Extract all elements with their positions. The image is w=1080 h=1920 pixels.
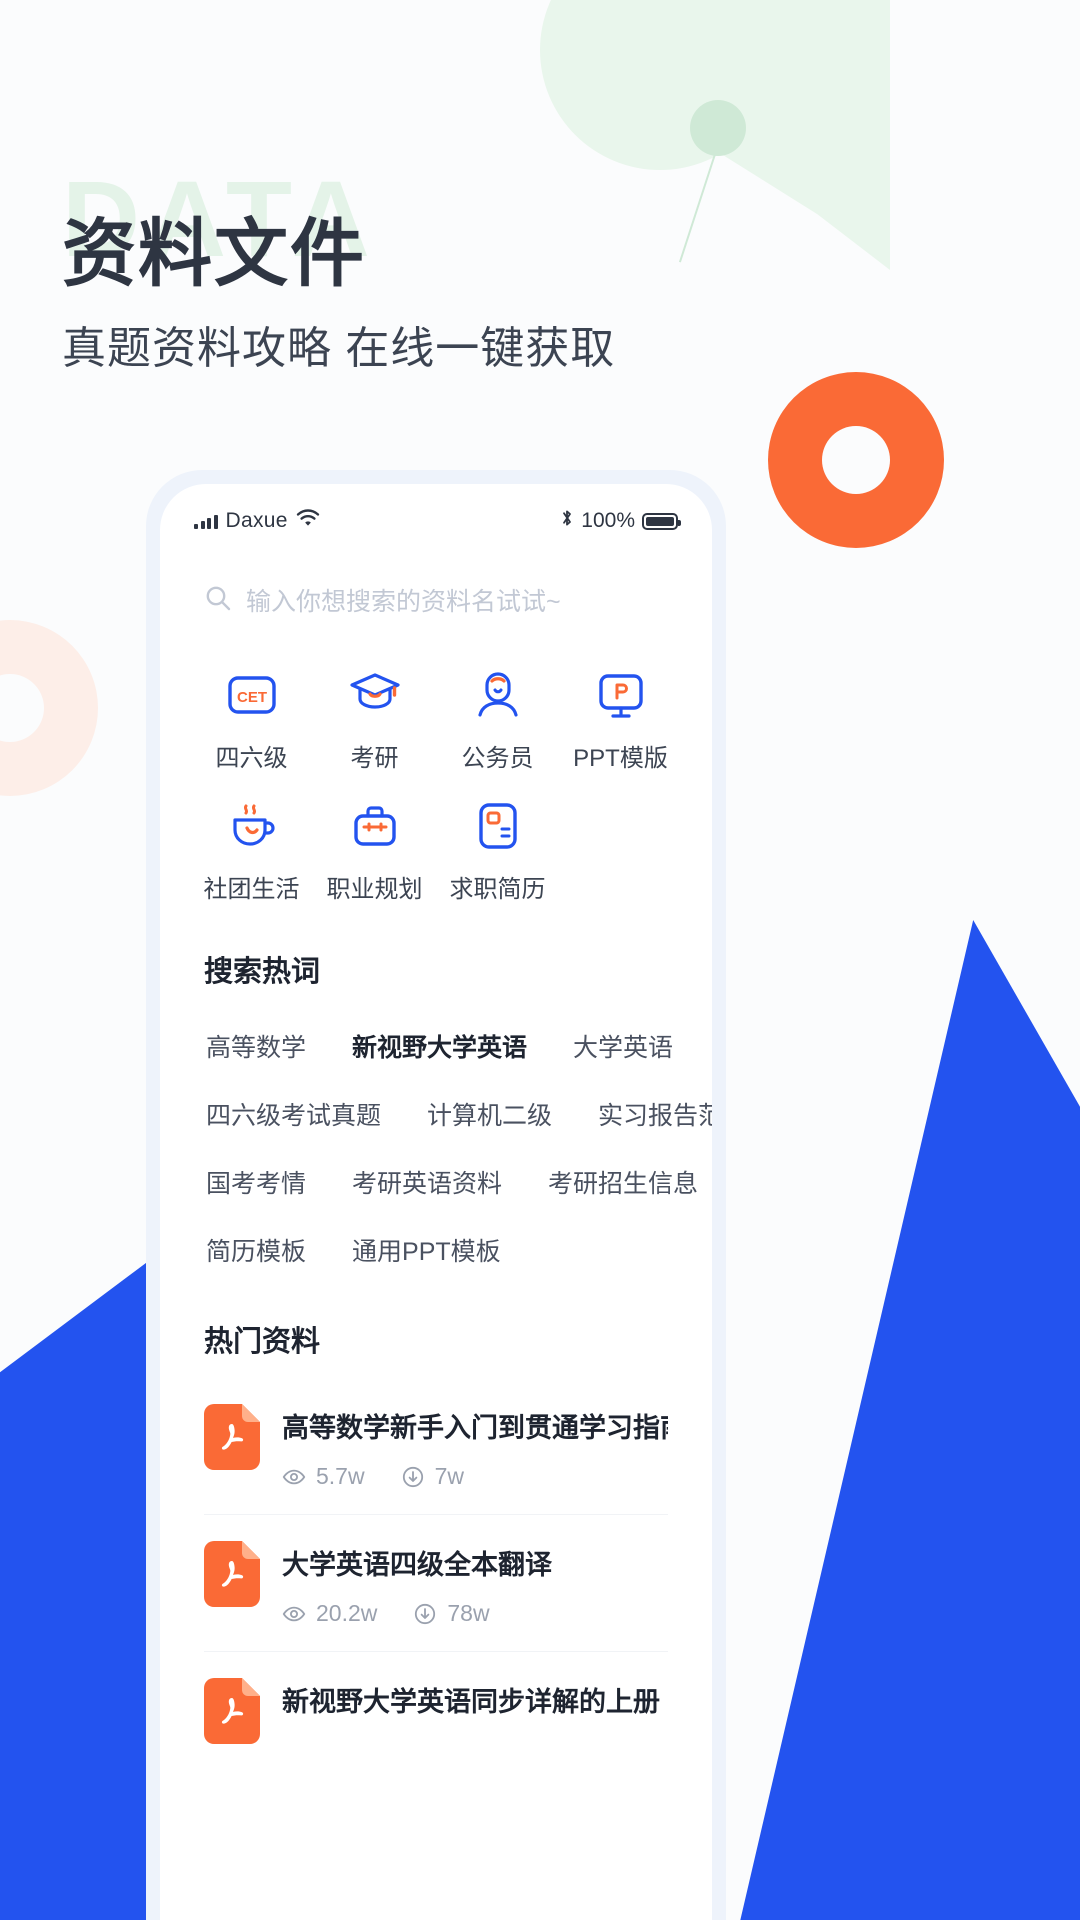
category-item-kaoyan[interactable]: 考研 [313, 652, 436, 783]
green-blob-decoration [540, 0, 780, 170]
hot-words-row: 四六级考试真题 计算机二级 实习报告范文 [200, 1080, 712, 1148]
pdf-file-icon [204, 1404, 260, 1470]
peach-ring-decoration [0, 620, 98, 796]
views-count: 5.7w [316, 1463, 365, 1489]
downloads-count: 78w [447, 1600, 490, 1626]
category-item-civil-servant[interactable]: 公务员 [436, 652, 559, 783]
hot-word-tag[interactable]: 考研英语资料 [352, 1164, 502, 1200]
download-icon [415, 1603, 436, 1624]
hot-word-tag[interactable]: 四六级考试真题 [206, 1096, 381, 1132]
hot-word-tag[interactable]: 简历模板 [206, 1232, 306, 1268]
list-item[interactable]: 大学英语四级全本翻译 20.2w 78w [204, 1515, 668, 1652]
hot-word-tag[interactable]: 大学英语 [573, 1028, 673, 1064]
pin-circle-decoration [690, 100, 746, 156]
person-officer-icon [469, 666, 527, 724]
pin-stem-decoration [678, 147, 718, 263]
briefcase-icon [346, 797, 404, 855]
category-label: 求职简历 [449, 876, 546, 903]
pdf-file-icon [204, 1541, 260, 1607]
hot-word-tag[interactable]: 实习报告范文 [598, 1096, 712, 1132]
category-item-empty [559, 783, 682, 914]
hot-word-tag[interactable]: 高等数学 [206, 1028, 306, 1064]
hot-word-tag[interactable]: 国考考情 [206, 1164, 306, 1200]
category-label: 四六级 [215, 745, 288, 772]
eye-icon [282, 1606, 306, 1621]
doc-views: 5.7w [282, 1463, 365, 1490]
hot-word-tag[interactable]: 新视野大学英语 [352, 1028, 527, 1064]
doc-title: 高等数学新手入门到贯通学习指南 [282, 1413, 668, 1443]
hot-word-tag[interactable]: 计算机二级 [427, 1096, 552, 1132]
status-bar: Daxue 100% [160, 484, 712, 540]
signal-bars-icon [194, 514, 218, 529]
category-item-career[interactable]: 职业规划 [313, 783, 436, 914]
bluetooth-icon [560, 508, 574, 534]
category-label: PPT模版 [573, 745, 668, 772]
graduation-cap-icon [346, 666, 404, 724]
category-label: 公务员 [461, 745, 534, 772]
green-kite-decoration [560, 0, 890, 270]
category-label: 考研 [350, 745, 399, 772]
category-item-resume[interactable]: 求职简历 [436, 783, 559, 914]
battery-percent-label: 100% [581, 509, 635, 532]
views-count: 20.2w [316, 1600, 378, 1626]
hot-docs-list: 高等数学新手入门到贯通学习指南 5.7w 7w 大学英语四级全本翻译 20.2w… [160, 1360, 712, 1768]
phone-screen: Daxue 100% 输入你想搜索的资料名试试~ CET 四六级 考研 公务员 … [160, 484, 712, 1920]
category-grid: CET 四六级 考研 公务员 PPT模版 社团生活 职业规划 求职简历 [160, 618, 712, 914]
hot-docs-title: 热门资料 [204, 1326, 321, 1358]
hot-words-row: 高等数学 新视野大学英语 大学英语 [200, 1012, 673, 1080]
list-item[interactable]: 新视野大学英语同步详解的上册 [204, 1652, 668, 1768]
category-label: 职业规划 [326, 876, 423, 903]
category-item-club-life[interactable]: 社团生活 [190, 783, 313, 914]
pdf-file-icon [204, 1678, 260, 1744]
hot-words-title: 搜索热词 [204, 956, 321, 988]
search-input[interactable]: 输入你想搜索的资料名试试~ [246, 582, 561, 618]
doc-title: 大学英语四级全本翻译 [282, 1550, 552, 1580]
cet-badge-icon: CET [223, 666, 281, 724]
search-icon [204, 584, 232, 617]
page-title: 资料文件 [62, 212, 366, 295]
doc-views: 20.2w [282, 1600, 377, 1627]
search-bar[interactable]: 输入你想搜索的资料名试试~ [160, 540, 712, 618]
promo-page: DATA 资料文件 真题资料攻略 在线一键获取 Daxue 100% 输入你想搜… [0, 0, 1080, 1920]
doc-title: 新视野大学英语同步详解的上册 [282, 1687, 660, 1717]
wifi-icon [296, 509, 320, 533]
hot-words-row: 国考考情 考研英语资料 考研招生信息 [200, 1148, 698, 1216]
list-item[interactable]: 高等数学新手入门到贯通学习指南 5.7w 7w [204, 1378, 668, 1515]
category-label: 社团生活 [203, 876, 300, 903]
id-card-icon [469, 797, 527, 855]
coffee-cup-icon [223, 797, 281, 855]
blue-wedge-right-decoration [738, 920, 1080, 1920]
hot-word-tag[interactable]: 考研招生信息 [548, 1164, 698, 1200]
hot-words-list: 高等数学 新视野大学英语 大学英语 四六级考试真题 计算机二级 实习报告范文 国… [160, 990, 712, 1284]
battery-full-icon [642, 512, 681, 530]
eye-icon [282, 1469, 306, 1484]
svg-text:CET: CET [237, 689, 267, 706]
orange-ring-decoration [768, 372, 944, 548]
doc-downloads: 78w [413, 1600, 490, 1627]
hot-words-row: 简历模板 通用PPT模板 [200, 1216, 672, 1284]
presentation-icon [592, 666, 650, 724]
category-item-ppt[interactable]: PPT模版 [559, 652, 682, 783]
downloads-count: 7w [434, 1463, 464, 1489]
doc-downloads: 7w [401, 1463, 464, 1490]
download-icon [402, 1466, 423, 1487]
phone-mockup-frame: Daxue 100% 输入你想搜索的资料名试试~ CET 四六级 考研 公务员 … [146, 470, 726, 1920]
carrier-label: Daxue [225, 509, 288, 532]
category-item-cet[interactable]: CET 四六级 [190, 652, 313, 783]
page-subtitle: 真题资料攻略 在线一键获取 [62, 324, 616, 373]
hot-word-tag[interactable]: 通用PPT模板 [352, 1232, 501, 1268]
